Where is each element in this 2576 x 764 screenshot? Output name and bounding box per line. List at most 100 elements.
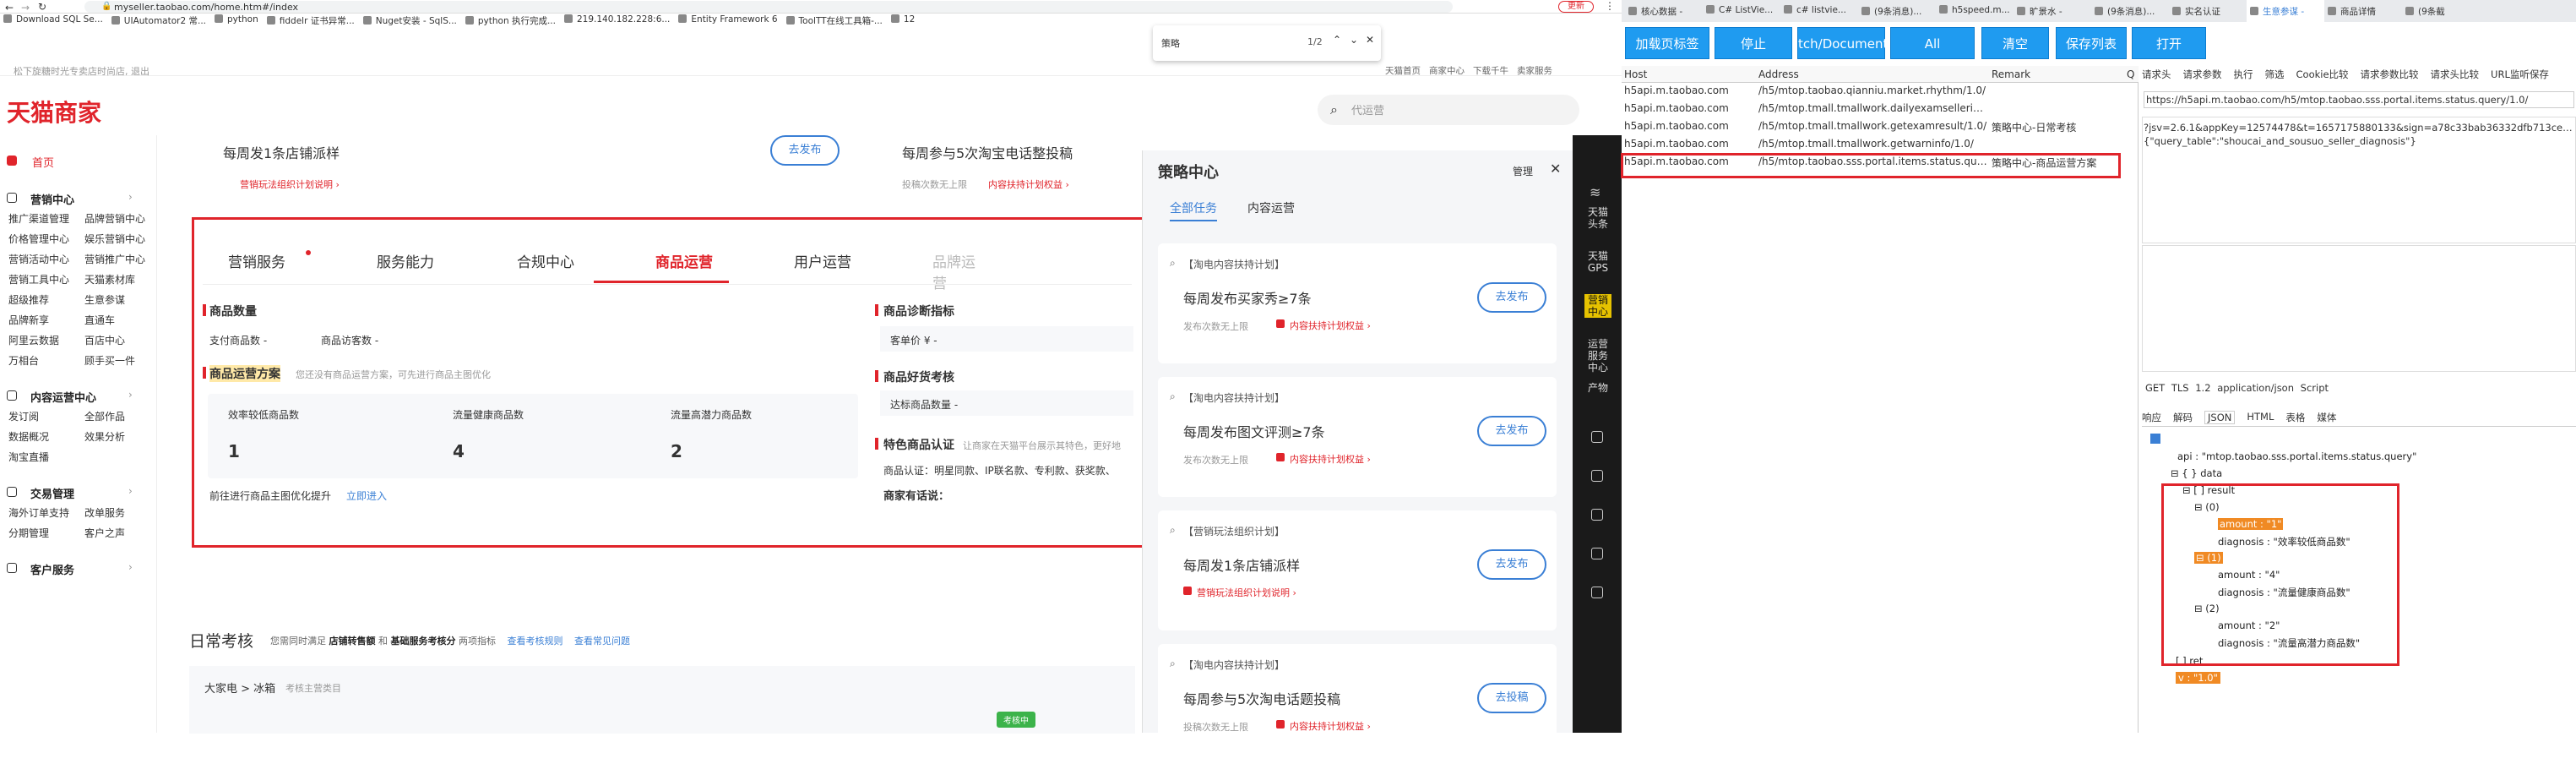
sidebar-item[interactable]: 直通车 [84,313,115,327]
row-address[interactable]: /h5/mtop.tmall.tmallwork.getwarninfo/1.0… [1758,138,1988,150]
task-link[interactable]: 内容扶持计划权益 › [1290,319,1371,332]
sidebar-item[interactable]: 阿里云数据 [8,333,59,347]
request-tab[interactable]: 请求参数 [2183,68,2222,81]
response-tab[interactable]: 解码 [2173,411,2193,424]
col-address[interactable]: Address [1758,68,1799,80]
rail-item[interactable]: 营销中心 [1584,294,1611,318]
row-host[interactable]: h5api.m.taobao.com [1624,120,1755,132]
response-tab[interactable]: HTML [2247,411,2274,424]
sidebar-item[interactable]: 价格管理中心 [8,232,69,246]
search-input[interactable]: 代运营 [1351,101,1384,117]
layers-icon[interactable]: ≋ [1590,184,1600,200]
menu-dots-icon[interactable]: ⋮ [1605,0,1615,12]
bookmark-item[interactable]: Entity Framework 6 [678,14,778,27]
rail-item[interactable]: 运营服务中心 [1584,338,1611,374]
chevron-right-icon[interactable]: › [128,191,133,203]
menu-section-营销中心[interactable]: 营销中心 [30,191,74,207]
sidebar-item[interactable]: 分期管理 [8,526,49,540]
plus-icon[interactable] [1591,431,1603,443]
request-tab[interactable]: 请求参数比较 [2361,68,2419,81]
bookmark-item[interactable]: Nuget安装 - SqlS... [362,14,457,27]
find-close-icon[interactable]: ✕ [1366,34,1374,46]
response-tab[interactable]: 表格 [2285,411,2305,424]
sidebar-item[interactable]: 效果分析 [84,429,125,444]
browser-tab[interactable]: (9条消息)... [1858,0,1936,22]
menu-section-交易管理[interactable]: 交易管理 [30,485,74,501]
sidebar-item[interactable]: 生意参谋 [84,292,125,307]
promo-link[interactable]: 营销玩法组织计划说明 › [240,177,340,191]
tab-3[interactable]: 商品运营 [655,250,713,271]
tab-4[interactable]: 用户运营 [794,250,851,271]
note-icon[interactable] [1591,509,1603,521]
browser-tab[interactable]: C# ListVie... [1703,0,1780,22]
response-tab[interactable]: 响应 [2142,411,2161,424]
request-tab[interactable]: 请求头比较 [2431,68,2480,81]
row-address[interactable]: /h5/mtop.tmall.tmallwork.dailyexamseller… [1758,102,1988,114]
sidebar-item[interactable]: 改单服务 [84,505,125,520]
rail-item[interactable]: 天猫头条 [1584,206,1611,230]
json-api[interactable]: api : "mtop.taobao.sss.portal.items.stat… [2177,450,2416,462]
tmall-logo[interactable]: 天猫商家 [7,95,101,128]
response-tab[interactable]: JSON [2204,411,2236,424]
sidebar-item[interactable]: 天猫素材库 [84,272,135,286]
chevron-right-icon[interactable]: › [128,389,133,401]
tool-button[interactable]: 保存列表 [2056,27,2127,59]
row-address[interactable]: /h5/mtop.taobao.qianniu.market.rhythm/1.… [1758,85,1988,96]
browser-tab[interactable]: 旷景水 - [2014,0,2091,22]
headset-icon[interactable] [1591,470,1603,482]
back-icon[interactable]: ← [5,2,14,14]
sidebar-home[interactable]: 首页 [32,154,54,170]
task-link[interactable]: 内容扶持计划权益 › [1290,452,1371,466]
row-address[interactable]: /h5/mtop.tmall.tmallwork.getexamresult/1… [1758,120,1988,132]
request-tab[interactable]: 筛选 [2265,68,2285,81]
browser-tab[interactable]: h5speed.m... [1936,0,2014,22]
browser-tab[interactable]: 核心数据 - [1625,0,1703,22]
tab-5[interactable]: 品牌运营 [932,250,976,292]
sidebar-item[interactable]: 娱乐营销中心 [84,232,145,246]
browser-tab[interactable]: (9条消息)... [2091,0,2169,22]
task-button[interactable]: 去投稿 [1477,683,1546,713]
sidebar-item[interactable]: 品牌营销中心 [84,211,145,226]
bookmark-item[interactable]: 12 [890,14,915,27]
card-value[interactable]: 2 [671,441,682,461]
find-down-icon[interactable]: ⌄ [1350,34,1358,46]
sidebar-item[interactable]: 海外订单支持 [8,505,69,520]
topnav-link[interactable]: 下载千牛 [1473,64,1508,77]
task-button[interactable]: 去发布 [1477,282,1546,313]
find-up-icon[interactable]: ⌃ [1333,34,1341,46]
menu-section-内容运营中心[interactable]: 内容运营中心 [30,389,96,405]
publish-button[interactable]: 去发布 [770,135,840,166]
sidebar-item[interactable]: 推广渠道管理 [8,211,69,226]
calendar-icon[interactable] [1591,587,1603,598]
sidebar-item[interactable]: 百店中心 [84,333,125,347]
search-icon[interactable]: ⌕ [1330,101,1338,118]
topnav-link[interactable]: 卖家服务 [1517,64,1552,77]
json-v[interactable]: v : "1.0" [2176,672,2220,684]
menu-section-客户服务[interactable]: 客户服务 [30,561,74,577]
sidebar-item[interactable]: 顾手买一件 [84,353,135,368]
url-text[interactable]: myseller.taobao.com/home.htm#/index [114,2,298,13]
tab-2[interactable]: 合规中心 [517,250,574,271]
tab-1[interactable]: 服务能力 [377,250,434,271]
tool-button[interactable]: tch/Document [1797,27,1888,59]
json-data[interactable]: ⊟ { } data [2171,467,2222,479]
tool-button[interactable]: 打开 [2132,27,2206,59]
rail-item[interactable]: 天猫GPS [1584,250,1611,274]
close-icon[interactable]: ✕ [1550,161,1561,177]
promo-link[interactable]: 内容扶持计划权益 › [988,177,1069,191]
forward-icon[interactable]: → [21,2,30,14]
bookmark-item[interactable]: python 执行完成... [465,14,556,27]
request-tab[interactable]: 请求头 [2142,68,2171,81]
bookmark-item[interactable]: python [215,14,258,27]
sidebar-item[interactable]: 客户之声 [84,526,125,540]
task-link[interactable]: 营销玩法组织计划说明 › [1197,586,1296,599]
tool-button[interactable]: 加载页标签 [1625,27,1709,59]
bookmark-item[interactable]: UIAutomator2 常... [111,14,206,27]
update-button[interactable]: 更新 [1558,1,1594,13]
tab-0[interactable]: 营销服务 [228,250,285,271]
row-host[interactable]: h5api.m.taobao.com [1624,85,1755,96]
find-input[interactable]: 策略 [1161,36,1180,50]
sidebar-item[interactable]: 万相台 [8,353,39,368]
browser-tab[interactable]: 商品详情 [2324,0,2402,22]
root-node[interactable] [2150,434,2160,444]
